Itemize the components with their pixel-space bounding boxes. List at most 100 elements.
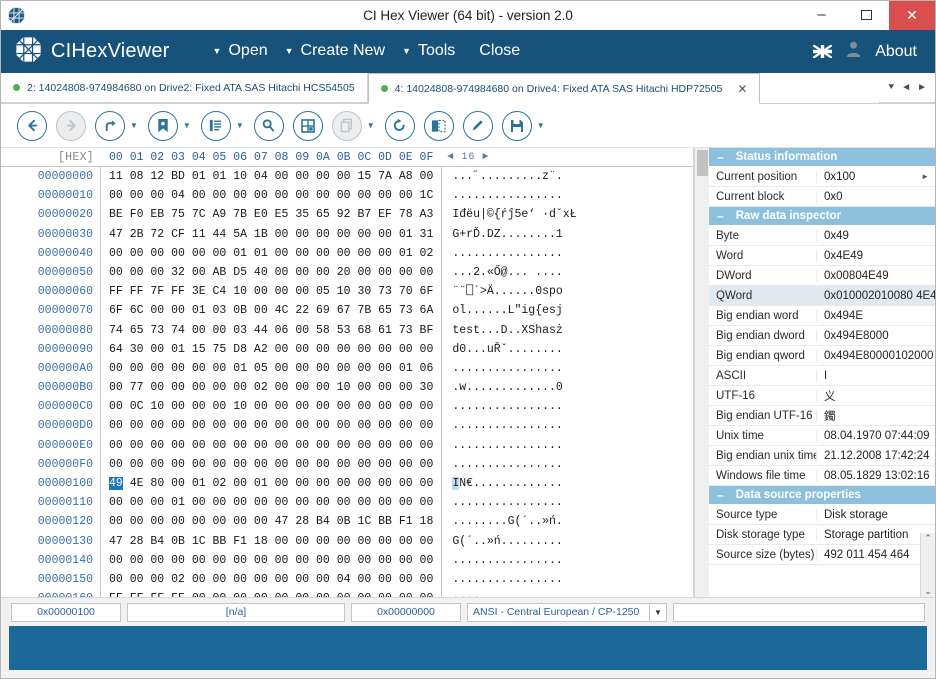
ascii-row[interactable]: ................ — [452, 551, 576, 570]
status-block-field[interactable]: [n/a] — [127, 602, 345, 622]
hex-row[interactable]: BE F0 EB 75 7C A9 7B E0 E5 35 65 92 B7 E… — [109, 205, 433, 224]
menu-caret-create-new[interactable]: ▼ — [278, 47, 301, 56]
ascii-row[interactable]: ................ — [452, 570, 576, 589]
hex-row[interactable]: 00 00 00 32 00 AB D5 40 00 00 00 20 00 0… — [109, 263, 433, 282]
chevron-down-icon[interactable]: ▼ — [649, 603, 666, 621]
copy-button[interactable] — [331, 110, 362, 141]
collapse-icon[interactable]: – — [717, 486, 724, 505]
copy-caret-icon[interactable]: ▼ — [367, 121, 375, 130]
encoding-select[interactable]: ANSI - Central European / CP-1250 ▼ — [467, 602, 667, 622]
hex-row[interactable]: 49 4E 80 00 01 02 00 01 00 00 00 00 00 0… — [109, 474, 433, 493]
hex-row[interactable]: 47 28 B4 0B 1C BB F1 18 00 00 00 00 00 0… — [109, 532, 433, 551]
sidebar-property-row[interactable]: UTF-16 义 — [709, 386, 935, 406]
sidebar-property-row[interactable]: Disk storage type Storage partition — [709, 525, 935, 545]
ascii-row[interactable]: ................ — [452, 397, 576, 416]
maximize-button[interactable] — [844, 0, 889, 30]
list-caret-icon[interactable]: ▼ — [236, 121, 244, 130]
hex-row[interactable]: 00 00 00 00 00 00 01 01 00 00 00 00 00 0… — [109, 244, 433, 263]
refresh-button[interactable] — [384, 110, 415, 141]
hex-row[interactable]: 00 0C 10 00 00 00 10 00 00 00 00 00 00 0… — [109, 397, 433, 416]
save-button[interactable] — [501, 110, 532, 141]
scroll-up-icon[interactable]: ⌃ — [924, 533, 932, 544]
hex-row[interactable]: 00 00 00 01 00 00 00 00 00 00 00 00 00 0… — [109, 493, 433, 512]
back-button[interactable] — [17, 110, 47, 141]
menu-item-open[interactable]: Open — [228, 40, 277, 64]
ascii-row[interactable]: d0...uŘˇ........ — [452, 340, 576, 359]
collapse-icon[interactable]: – — [717, 207, 724, 226]
hex-body[interactable]: 00000000 00000010 00000020 00000030 00000040… — [1, 167, 693, 597]
ascii-row[interactable]: Iđëu|©{ŕĵ5e‘ ·dˇxŁ — [452, 205, 576, 224]
table-button[interactable] — [292, 110, 323, 141]
edit-button[interactable] — [462, 110, 493, 141]
hex-row[interactable]: 11 08 12 BD 01 01 10 04 00 00 00 00 15 7… — [109, 167, 433, 186]
sidebar-property-row[interactable]: Byte 0x49 — [709, 226, 935, 246]
menu-caret-tools[interactable]: ▼ — [395, 47, 418, 56]
bytes-per-row-control[interactable]: ◄ 16 ► — [447, 152, 489, 163]
sidebar-scrollbar[interactable]: ⌃ ⌄ — [920, 533, 935, 597]
scroll-down-icon[interactable]: ⌄ — [924, 586, 932, 597]
property-expand-icon[interactable]: ► — [921, 172, 935, 181]
sidebar-property-row[interactable]: DWord 0x00804E49 — [709, 266, 935, 286]
close-button[interactable]: ✕ — [889, 0, 935, 30]
ascii-row[interactable]: ........G(´..»ń. — [452, 512, 576, 531]
status-position-field[interactable]: 0x00000100 — [11, 602, 121, 622]
bpr-prev-icon[interactable]: ◄ — [447, 152, 454, 163]
user-icon[interactable] — [846, 41, 861, 62]
tab-next-icon[interactable]: ► — [917, 82, 927, 93]
hex-row[interactable]: 74 65 73 74 00 00 03 44 06 00 58 53 68 6… — [109, 321, 433, 340]
ascii-row[interactable]: ...2.«Ő@... .... — [452, 263, 576, 282]
tab-close-icon[interactable]: ✕ — [737, 82, 747, 96]
ascii-row[interactable]: ol......L"ig{esj — [452, 301, 576, 320]
sidebar-property-row[interactable]: QWord 0x010002010080 4E4 — [709, 286, 935, 306]
ascii-row[interactable]: ................ — [452, 244, 576, 263]
hex-column[interactable]: 11 08 12 BD 01 01 10 04 00 00 00 00 15 7… — [101, 167, 433, 597]
list-button[interactable] — [200, 110, 231, 141]
hex-row[interactable]: 00 00 00 00 00 00 00 00 47 28 B4 0B 1C B… — [109, 512, 433, 531]
menu-item-tools[interactable]: Tools — [418, 40, 465, 64]
ascii-row[interactable]: ................ — [452, 186, 576, 205]
menu-item-create-new[interactable]: Create New — [301, 40, 395, 64]
status-offset-field[interactable]: 0x00000000 — [351, 602, 461, 622]
ascii-row[interactable]: ................ — [452, 416, 576, 435]
goto-button[interactable] — [95, 110, 125, 141]
forward-button[interactable] — [56, 110, 86, 141]
sidebar-property-row[interactable]: Big endian dword 0x494E8000 — [709, 326, 935, 346]
hex-row[interactable]: 00 00 00 04 00 00 00 00 00 00 00 00 00 0… — [109, 186, 433, 205]
selected-byte[interactable]: 49 — [109, 477, 123, 490]
ascii-row[interactable]: G+rĎ.DZ........1 — [452, 225, 576, 244]
scrollbar-thumb[interactable] — [696, 150, 708, 176]
hex-row[interactable]: 00 00 00 00 00 00 00 00 00 00 00 00 00 0… — [109, 436, 433, 455]
ascii-row[interactable]: ...˝.........z¨. — [452, 167, 576, 186]
collapse-icon[interactable]: – — [717, 148, 724, 167]
ascii-row[interactable]: ¨¨⎕´>Ä......0spo — [452, 282, 576, 301]
menu-item-close[interactable]: Close — [465, 40, 530, 64]
selected-ascii-char[interactable]: I — [452, 477, 460, 490]
hex-row[interactable]: 00 00 00 00 00 00 00 00 00 00 00 00 00 0… — [109, 416, 433, 435]
sidebar-property-row[interactable]: ASCII I — [709, 366, 935, 386]
sidebar-property-row[interactable]: Source type Disk storage — [709, 505, 935, 525]
about-button[interactable]: About — [875, 43, 917, 61]
ascii-column[interactable]: ...˝.........z¨................. Iđëu|©{ŕ… — [441, 167, 577, 597]
search-button[interactable] — [253, 110, 284, 141]
status-extra-field[interactable] — [673, 602, 925, 622]
hex-row[interactable]: 47 2B 72 CF 11 44 5A 1B 00 00 00 00 00 0… — [109, 225, 433, 244]
sidebar-property-row[interactable]: Windows file time 08.05.1829 13:02:16 — [709, 466, 935, 486]
bookmark-button[interactable] — [147, 110, 178, 141]
bpr-next-icon[interactable]: ► — [482, 152, 489, 163]
hex-vertical-scrollbar[interactable] — [694, 148, 709, 597]
bookmark-caret-icon[interactable]: ▼ — [183, 121, 191, 130]
sidebar-property-row[interactable]: Current position 0x100 ► — [709, 167, 935, 187]
hex-row[interactable]: 00 00 00 02 00 00 00 00 00 00 00 04 00 0… — [109, 570, 433, 589]
hex-row[interactable]: 00 00 00 00 00 00 00 00 00 00 00 00 00 0… — [109, 455, 433, 474]
sidebar-property-row[interactable]: Big endian word 0x494E — [709, 306, 935, 326]
minimize-button[interactable]: – — [799, 0, 844, 30]
sidebar-section-header[interactable]: – Status information — [709, 148, 935, 167]
sidebar-property-row[interactable]: Big endian UTF-16 鐲 — [709, 406, 935, 426]
hex-row[interactable]: 00 77 00 00 00 00 00 02 00 00 00 10 00 0… — [109, 378, 433, 397]
ascii-row[interactable]: ................ — [452, 455, 576, 474]
tab-list-icon[interactable]: ⯆ — [887, 82, 895, 93]
hex-row[interactable]: 64 30 00 01 15 75 D8 A2 00 00 00 00 00 0… — [109, 340, 433, 359]
ascii-row[interactable]: G(´..»ń......... — [452, 532, 576, 551]
hex-row[interactable]: FF FF FF FF 00 00 00 00 00 00 00 00 00 0… — [109, 589, 433, 597]
uk-flag-icon[interactable] — [812, 44, 833, 59]
